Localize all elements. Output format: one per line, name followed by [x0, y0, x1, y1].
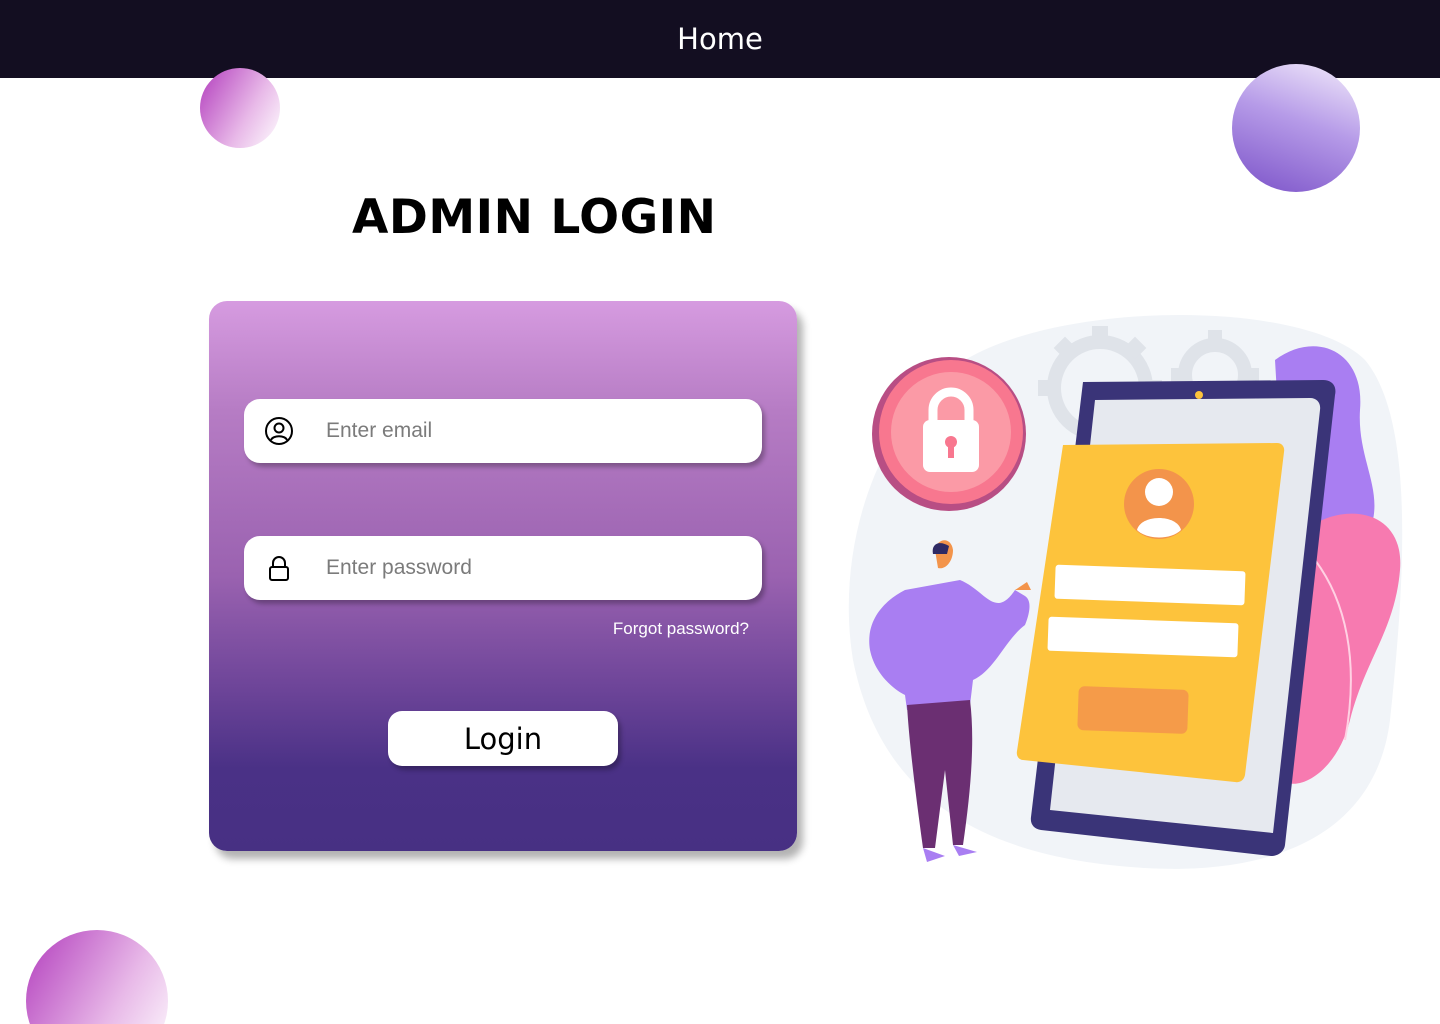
login-button[interactable]: Login [388, 711, 618, 766]
login-illustration [848, 315, 1403, 869]
top-nav-bar: Home [0, 0, 1440, 78]
home-link[interactable]: Home [677, 22, 763, 56]
password-input[interactable] [326, 556, 726, 580]
padlock-icon [264, 553, 294, 583]
page-title: ADMIN LOGIN [352, 190, 717, 245]
forgot-password-link[interactable]: Forgot password? [613, 619, 749, 639]
password-field[interactable] [244, 536, 762, 600]
email-input[interactable] [326, 419, 726, 443]
user-circle-icon [264, 416, 294, 446]
email-field[interactable] [244, 399, 762, 463]
decorative-circle-top-left [200, 68, 280, 148]
decorative-circle-bottom-left [26, 930, 168, 1024]
phone-camera [1195, 391, 1203, 399]
decorative-circle-top-right [1232, 64, 1360, 192]
login-card: Forgot password? Login [209, 301, 797, 851]
